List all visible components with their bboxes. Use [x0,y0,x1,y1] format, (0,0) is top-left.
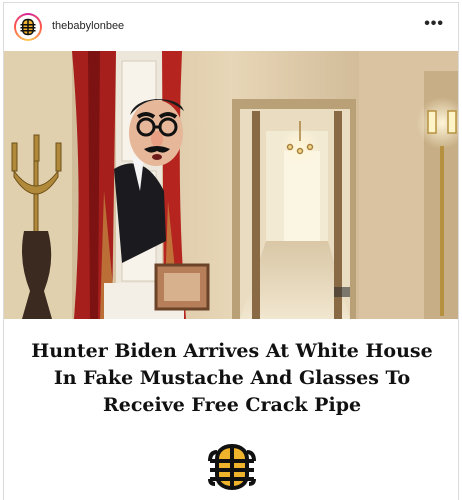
post-photo [4,51,458,319]
more-options-icon[interactable]: ••• [424,15,444,33]
babylon-bee-logo-icon [207,443,257,496]
avatar[interactable] [14,13,42,41]
post-header: thebabylonbee ••• [4,3,458,51]
post-username[interactable]: thebabylonbee [52,20,124,32]
post-headline: Hunter Biden Arrives At White House In F… [31,340,433,416]
bee-logo-avatar-icon [16,15,40,39]
instagram-post: thebabylonbee ••• Hunter Biden Arrives A… [3,2,459,500]
white-house-hallway-image [4,51,458,319]
